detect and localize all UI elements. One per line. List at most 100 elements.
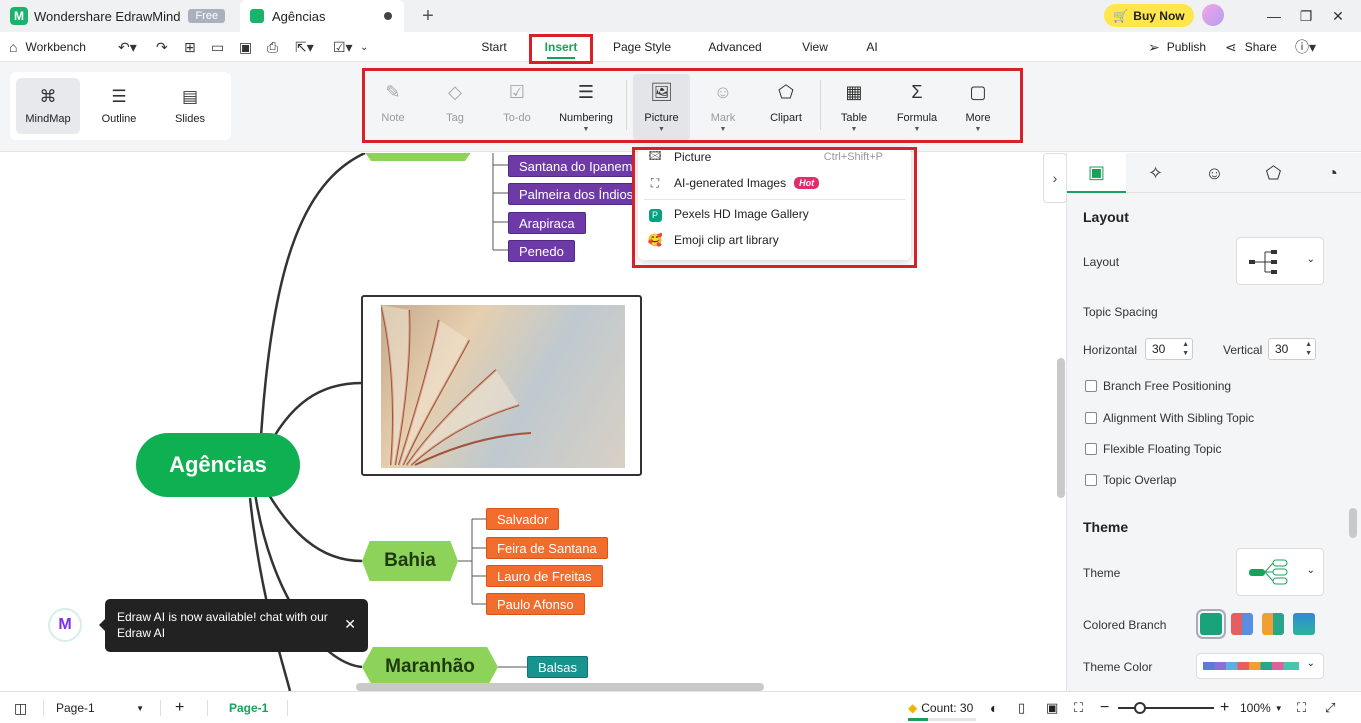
- branch-free-checkbox[interactable]: [1085, 380, 1097, 392]
- main-topic-maranhao[interactable]: Maranhão: [362, 647, 498, 687]
- share-button[interactable]: ⋖ Share: [1225, 32, 1277, 62]
- edraw-ai-icon[interactable]: M: [48, 608, 82, 642]
- add-page-icon[interactable]: +: [175, 692, 184, 723]
- panel-scrollbar[interactable]: [1349, 508, 1357, 538]
- tab-page-style[interactable]: Page Style: [607, 32, 677, 62]
- unsaved-dot-icon[interactable]: [384, 12, 392, 20]
- help-icon[interactable]: ⓘ▾: [1295, 32, 1316, 62]
- open-folder-icon[interactable]: ▭: [211, 32, 224, 62]
- undo-icon[interactable]: ↶▾: [118, 32, 137, 62]
- send-icon: ➢: [1148, 38, 1160, 55]
- colored-branch-option[interactable]: [1231, 613, 1253, 635]
- highlight-picture-menu: [632, 147, 917, 268]
- fullscreen-fit-icon[interactable]: ⛶: [1074, 692, 1083, 723]
- main-topic-bahia[interactable]: Bahia: [362, 541, 458, 581]
- horizontal-spacing-input[interactable]: 30 ▲ ▼: [1145, 338, 1193, 360]
- mindmap-icon: ⌘: [39, 87, 57, 106]
- horizontal-scrollbar[interactable]: [356, 683, 764, 691]
- theme-mode-icon[interactable]: ◐: [990, 692, 998, 723]
- buy-now-button[interactable]: 🛒 Buy Now: [1104, 4, 1194, 27]
- mindmap-view-button[interactable]: ⌘ MindMap: [16, 78, 80, 134]
- tab-view[interactable]: View: [795, 32, 835, 62]
- check-icon[interactable]: ☑▾: [333, 32, 353, 62]
- sidebar-toggle-icon[interactable]: ◫: [14, 692, 27, 723]
- colored-branch-option[interactable]: [1196, 609, 1226, 639]
- topic-node-partial[interactable]: [362, 153, 474, 161]
- theme-color-select[interactable]: ⌄: [1196, 653, 1324, 679]
- tab-ai-sparkle[interactable]: ✧: [1126, 153, 1185, 193]
- horizontal-value: 30: [1152, 342, 1166, 356]
- new-file-icon[interactable]: ⊞: [184, 32, 196, 62]
- subtopic-node[interactable]: Lauro de Freitas: [486, 565, 603, 587]
- stepper-icon[interactable]: ▲ ▼: [1182, 340, 1189, 358]
- zoom-in-icon[interactable]: +: [1220, 692, 1229, 723]
- subtopic-node[interactable]: Arapiraca: [508, 212, 586, 234]
- tab-advanced[interactable]: Advanced: [702, 32, 768, 62]
- subtopic-node[interactable]: Feira de Santana: [486, 537, 608, 559]
- checkbox-label: Alignment With Sibling Topic: [1103, 411, 1255, 425]
- subtopic-node[interactable]: Paulo Afonso: [486, 593, 585, 615]
- tab-start[interactable]: Start: [474, 32, 514, 62]
- expand-icon[interactable]: ⤢: [1325, 692, 1335, 723]
- free-badge: Free: [188, 9, 226, 23]
- tab-clipart[interactable]: ⬠: [1244, 153, 1303, 193]
- alignment-sibling-checkbox[interactable]: [1085, 412, 1097, 424]
- colored-branch-option[interactable]: [1293, 613, 1315, 635]
- image-topic[interactable]: [361, 295, 642, 476]
- redo-icon[interactable]: ↷: [156, 32, 168, 62]
- topic-overlap-checkbox[interactable]: [1085, 474, 1097, 486]
- caret-down-icon: ▼: [136, 703, 144, 713]
- vertical-scrollbar[interactable]: [1057, 358, 1065, 498]
- home-icon: ⌂: [9, 39, 18, 55]
- minimize-icon[interactable]: —: [1264, 6, 1284, 26]
- close-icon[interactable]: ✕: [344, 616, 356, 632]
- zoom-level[interactable]: 100% ▼: [1240, 692, 1283, 723]
- expand-panel-button[interactable]: ›: [1043, 153, 1066, 203]
- close-window-icon[interactable]: ✕: [1328, 6, 1348, 26]
- page-tab[interactable]: Page-1: [229, 692, 268, 723]
- chevron-right-icon: ›: [1052, 170, 1058, 186]
- central-topic[interactable]: Agências: [136, 433, 300, 497]
- tab-history[interactable]: ◔: [1303, 153, 1361, 193]
- document-tab[interactable]: Agências: [240, 0, 404, 32]
- slides-view-button[interactable]: ▤ Slides: [158, 78, 222, 134]
- export-icon[interactable]: ⇱▾: [295, 32, 314, 62]
- theme-heading: Theme: [1083, 519, 1129, 535]
- fit-page-icon[interactable]: ▯: [1018, 692, 1025, 723]
- vertical-spacing-input[interactable]: 30 ▲ ▼: [1268, 338, 1316, 360]
- print-icon[interactable]: ⎙: [267, 32, 278, 62]
- outline-view-button[interactable]: ☰ Outline: [87, 78, 151, 134]
- workbench-button[interactable]: ⌂ Workbench: [9, 32, 86, 62]
- zoom-slider-handle[interactable]: [1134, 702, 1146, 714]
- vertical-label: Vertical: [1223, 343, 1263, 357]
- tab-ai[interactable]: AI: [860, 32, 884, 62]
- zoom-out-icon[interactable]: −: [1100, 692, 1109, 723]
- subtopic-node[interactable]: Salvador: [486, 508, 560, 530]
- colored-branch-option[interactable]: [1262, 613, 1284, 635]
- page-select[interactable]: Page-1 ▼: [56, 692, 146, 723]
- flexible-floating-checkbox[interactable]: [1085, 443, 1097, 455]
- save-icon[interactable]: ▣: [239, 32, 252, 62]
- maximize-icon[interactable]: ❐: [1296, 6, 1316, 26]
- subtopic-node[interactable]: Palmeira dos Índios: [508, 183, 634, 205]
- tab-style[interactable]: ▣: [1067, 153, 1126, 193]
- caret-down-icon: ▼: [1274, 703, 1283, 713]
- tab-mark[interactable]: ☺: [1185, 153, 1244, 193]
- more-chevron-icon[interactable]: ⌄: [360, 32, 368, 62]
- subtopic-node[interactable]: Santana do Ipanema: [508, 155, 634, 177]
- fullscreen-icon[interactable]: ⛶: [1297, 692, 1306, 723]
- layout-tree-icon: [1249, 250, 1277, 274]
- new-tab-icon[interactable]: +: [418, 5, 438, 28]
- mindmap-label: MindMap: [25, 113, 71, 125]
- avatar[interactable]: [1202, 4, 1224, 26]
- subtopic-node[interactable]: Balsas: [527, 656, 589, 678]
- layout-select[interactable]: ⌄: [1236, 237, 1324, 285]
- app-tab[interactable]: M Wondershare EdrawMind Free: [0, 0, 240, 32]
- theme-select[interactable]: ⌄: [1236, 548, 1324, 596]
- stepper-icon[interactable]: ▲ ▼: [1305, 340, 1312, 358]
- fit-width-icon[interactable]: ▣: [1046, 692, 1058, 723]
- zoom-slider[interactable]: [1118, 707, 1214, 709]
- publish-button[interactable]: ➢ Publish: [1148, 32, 1206, 62]
- diamond-icon: ◆: [908, 701, 918, 715]
- subtopic-node[interactable]: Penedo: [508, 240, 575, 262]
